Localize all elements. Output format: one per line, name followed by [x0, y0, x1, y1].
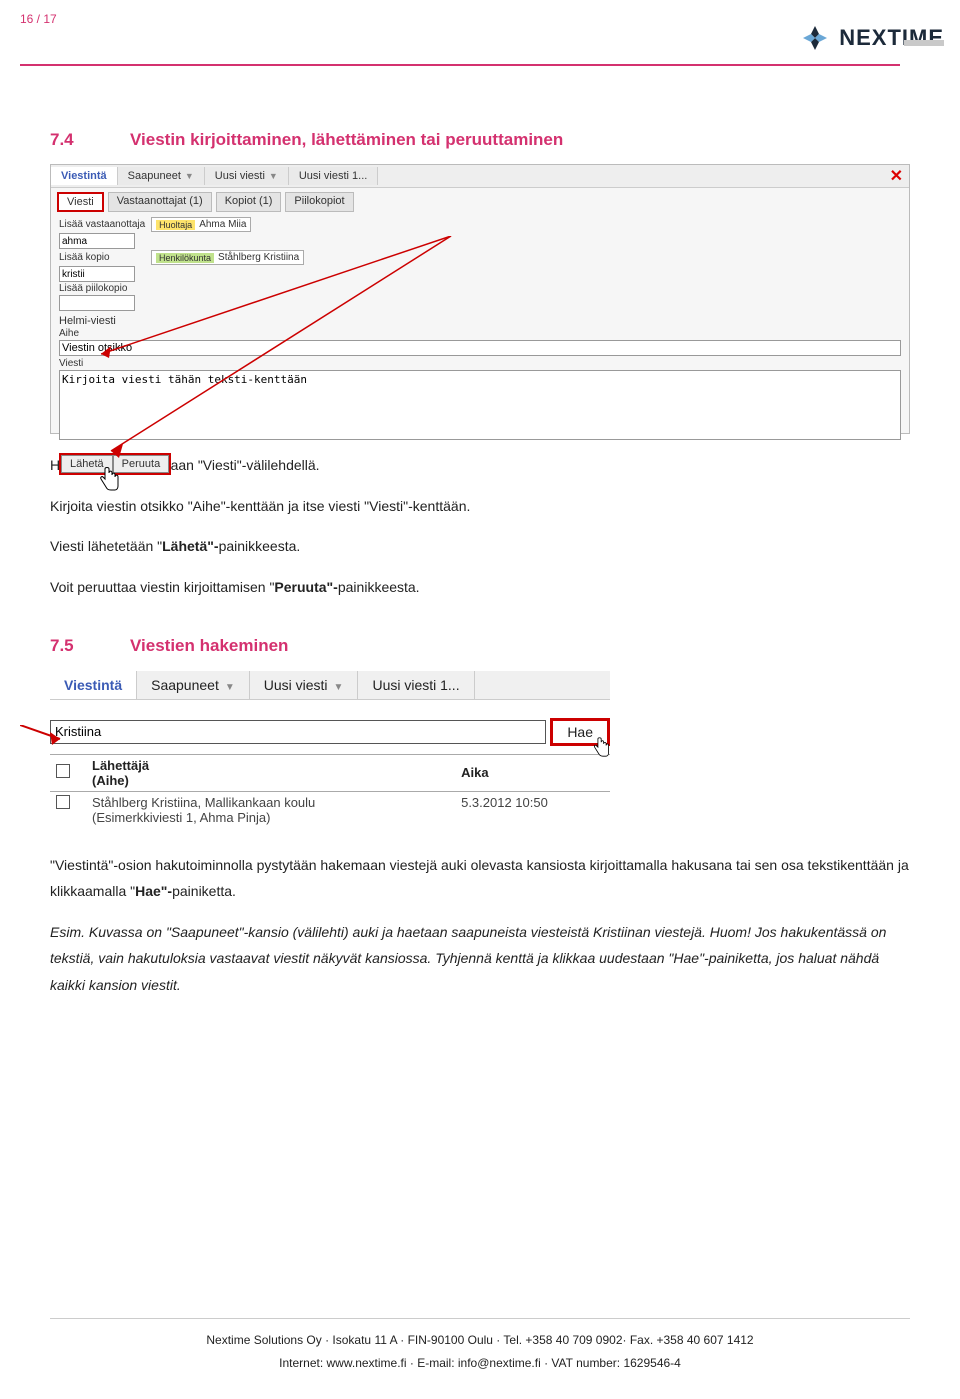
subtab-kopiot[interactable]: Kopiot (1): [216, 192, 282, 212]
span-text: painikkeesta.: [338, 579, 420, 595]
screenshot-compose: Viestintä Saapuneet ▼ Uusi viesti ▼ Uusi v…: [50, 164, 910, 434]
cursor-hand-icon: [593, 737, 611, 759]
tab-uusi-viesti-1[interactable]: Uusi viesti 1...: [289, 167, 378, 185]
search-input[interactable]: [50, 720, 546, 744]
span-text: Voit peruuttaa viestin kirjoittamisen ": [50, 579, 274, 595]
label-aihe: Aihe: [59, 328, 145, 339]
cursor-hand-icon: [99, 467, 121, 493]
footer-line-1: Nextime Solutions Oy · Isokatu 11 A · FI…: [50, 1329, 910, 1352]
header-rule: [20, 64, 900, 66]
label-add-recipient: Lisää vastaanottaja: [59, 219, 145, 230]
footer: Nextime Solutions Oy · Isokatu 11 A · FI…: [50, 1318, 910, 1375]
add-copy-input[interactable]: [59, 266, 135, 282]
span-bold: Lähetä"-: [162, 538, 218, 554]
col-time: Aika: [455, 754, 610, 791]
select-all-checkbox[interactable]: [56, 764, 70, 778]
label-add-copy: Lisää kopio: [59, 252, 145, 263]
span-text: painikkeesta.: [219, 538, 301, 554]
heading-title: Viestin kirjoittaminen, lähettäminen tai…: [130, 130, 563, 150]
heading-7-5: 7.5 Viestien hakeminen: [50, 636, 910, 656]
add-bcc-input[interactable]: [59, 295, 135, 311]
row-time: 5.3.2012 10:50: [455, 791, 610, 828]
para-s1-4: Voit peruuttaa viestin kirjoittamisen "P…: [50, 574, 910, 601]
heading-num: 7.4: [50, 130, 100, 150]
search-button-label: Hae: [567, 724, 593, 740]
tab-saapuneet-label: Saapuneet: [128, 170, 181, 182]
subtab-piilokopiot[interactable]: Piilokopiot: [285, 192, 353, 212]
th-label: (Aihe): [92, 773, 129, 788]
close-icon[interactable]: ✕: [890, 166, 903, 186]
row-subject: (Esimerkkiviesti 1, Ahma Pinja): [92, 810, 270, 825]
para-s1-3: Viesti lähetetään "Lähetä"-painikkeesta.: [50, 533, 910, 560]
tab-uusi-viesti[interactable]: Uusi viesti ▼: [205, 167, 289, 185]
brand-name: NEXTIME: [839, 25, 944, 51]
subtab-vastaanottajat[interactable]: Vastaanottajat (1): [108, 192, 212, 212]
tab2-label: Uusi viesti: [264, 677, 328, 693]
row-checkbox[interactable]: [56, 795, 70, 809]
footer-rule: [50, 1318, 910, 1319]
subject-input[interactable]: [59, 340, 901, 356]
tab2-viestinta[interactable]: Viestintä: [50, 671, 137, 699]
para-s2-1: "Viestintä"-osion hakutoiminnolla pystyt…: [50, 852, 910, 905]
results-table: Lähettäjä(Aihe) Aika Ståhlberg Kristiina…: [50, 754, 610, 828]
add-recipient-input[interactable]: [59, 233, 135, 249]
heading-7-4: 7.4 Viestin kirjoittaminen, lähettäminen…: [50, 130, 910, 150]
footer-line-2: Internet: www.nextime.fi · E-mail: info@…: [50, 1352, 910, 1375]
copy-badge-henkilokunta[interactable]: Henkilökunta Ståhlberg Kristiina: [151, 250, 304, 265]
arrow-annotation-search: [20, 725, 70, 749]
brand-logo: NEXTIME: [799, 22, 944, 54]
row-sender: Ståhlberg Kristiina, Mallikankaan koulu: [92, 795, 315, 810]
page-number: 16 / 17: [20, 12, 57, 26]
label-add-bcc: Lisää piilokopio: [59, 283, 145, 294]
col-sender: Lähettäjä(Aihe): [86, 754, 455, 791]
tab-viestinta[interactable]: Viestintä: [51, 167, 118, 185]
label-viesti-body: Viesti: [59, 358, 145, 369]
para-s2-2: Esim. Kuvassa on "Saapuneet"-kansio (väl…: [50, 919, 910, 999]
table-row[interactable]: Ståhlberg Kristiina, Mallikankaan koulu(…: [50, 791, 610, 828]
search-button[interactable]: Hae: [550, 718, 610, 746]
badge-type: Henkilökunta: [156, 253, 214, 263]
heading-title: Viestien hakeminen: [130, 636, 288, 656]
tab2-label: Saapuneet: [151, 677, 219, 693]
span-text: Viesti lähetetään ": [50, 538, 162, 554]
cancel-button[interactable]: Peruuta: [113, 455, 170, 473]
message-textarea[interactable]: Kirjoita viesti tähän teksti-kenttään: [59, 370, 901, 440]
chevron-down-icon: ▼: [334, 682, 344, 693]
tab2-saapuneet[interactable]: Saapuneet ▼: [137, 671, 250, 699]
label-helmi-viesti: Helmi-viesti: [59, 315, 145, 327]
recipient-badge-huoltaja[interactable]: Huoltaja Ahma Miia: [151, 217, 251, 232]
logo-icon: [799, 22, 831, 54]
subtab-viesti[interactable]: Viesti: [57, 192, 104, 212]
badge-type: Huoltaja: [156, 220, 195, 230]
tab2-uusi1[interactable]: Uusi viesti 1...: [358, 671, 474, 699]
header-grey-bar: [904, 40, 944, 46]
tab-uusi-label: Uusi viesti: [215, 170, 265, 182]
screenshot-search: Viestintä Saapuneet ▼ Uusi viesti ▼ Uusi v…: [50, 671, 610, 828]
span-bold: Hae"-: [135, 883, 172, 899]
heading-num: 7.5: [50, 636, 100, 656]
para-s1-2: Kirjoita viestin otsikko "Aihe"-kenttään…: [50, 493, 910, 520]
chevron-down-icon: ▼: [185, 171, 194, 181]
chevron-down-icon: ▼: [225, 682, 235, 693]
chevron-down-icon: ▼: [269, 171, 278, 181]
span-text: painiketta.: [172, 883, 236, 899]
th-label: Lähettäjä: [92, 758, 149, 773]
span-italic: Esim. Kuvassa on "Saapuneet"-kansio (väl…: [50, 924, 886, 993]
tab2-uusi[interactable]: Uusi viesti ▼: [250, 671, 359, 699]
tab-saapuneet[interactable]: Saapuneet ▼: [118, 167, 205, 185]
badge-name: Ahma Miia: [199, 219, 246, 230]
span-bold: Peruuta"-: [274, 579, 337, 595]
badge-name: Ståhlberg Kristiina: [218, 252, 299, 263]
